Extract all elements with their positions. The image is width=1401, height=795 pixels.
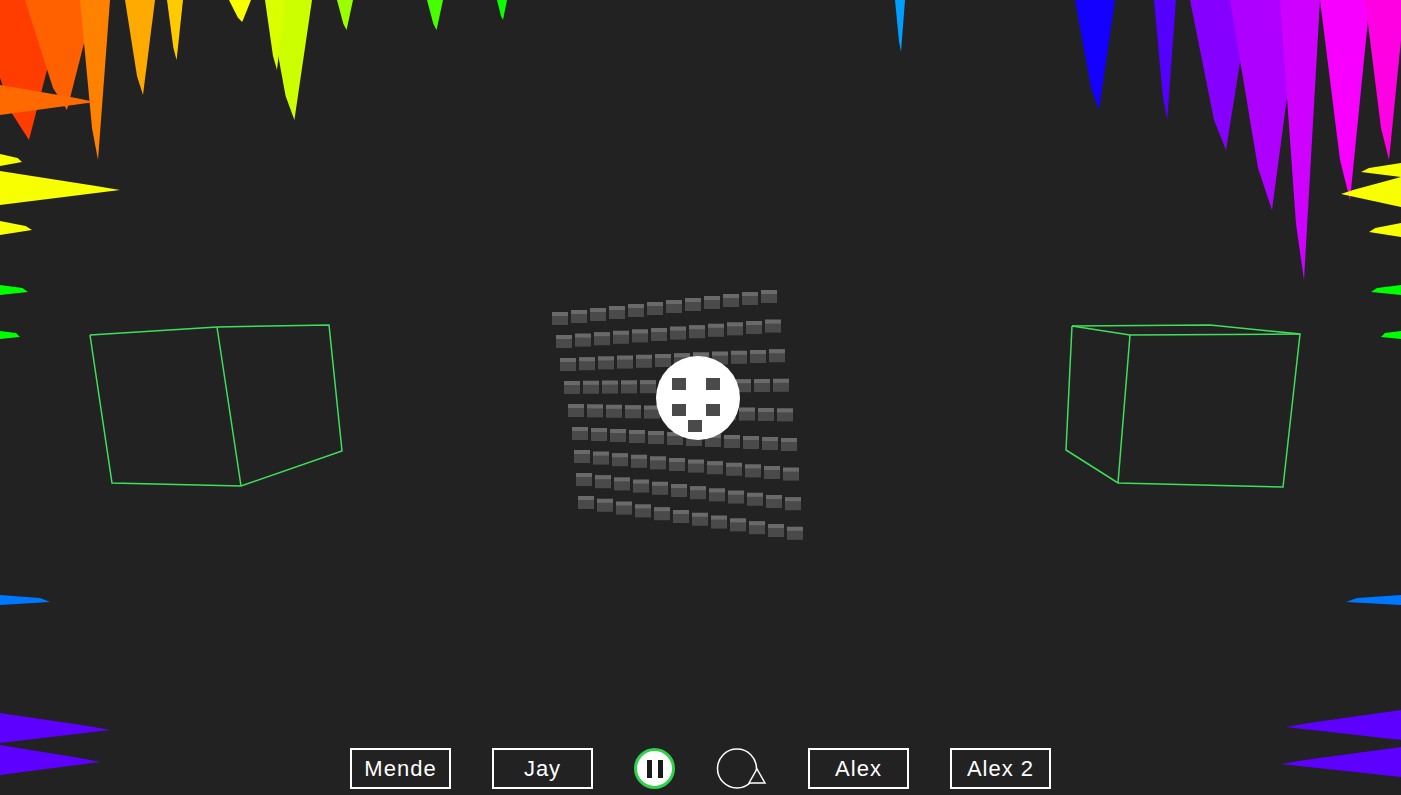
cursor-icon (716, 748, 767, 789)
preset-button[interactable]: Alex (808, 748, 909, 789)
blob (656, 356, 740, 440)
right-wire-cube (1066, 325, 1300, 487)
pause-button[interactable] (634, 748, 675, 789)
pause-bar-icon (646, 759, 653, 779)
left-spectrum (0, 85, 120, 775)
left-wire-cube (90, 325, 342, 486)
cursor-button[interactable] (716, 748, 767, 789)
preset-button[interactable]: Alex 2 (950, 748, 1051, 789)
control-bar: Mende Jay Alex Alex 2 (0, 748, 1401, 795)
preset-button[interactable]: Mende (350, 748, 451, 789)
pause-bar-icon (657, 759, 664, 779)
right-spectrum (1281, 163, 1401, 777)
visualizer-app: Mende Jay Alex Alex 2 (0, 0, 1401, 795)
cube-grid (552, 290, 803, 540)
preset-button[interactable]: Jay (492, 748, 593, 789)
visualizer-canvas (0, 0, 1401, 795)
top-spectrum (0, 0, 1401, 280)
